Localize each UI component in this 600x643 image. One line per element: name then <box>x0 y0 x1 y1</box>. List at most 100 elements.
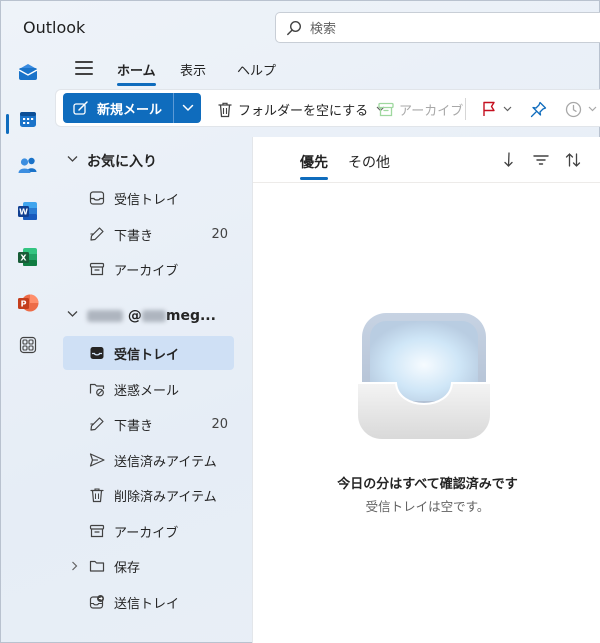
empty-folder-button[interactable]: フォルダーを空にする <box>217 90 385 128</box>
chevron-down-icon <box>503 106 512 112</box>
pivot-other[interactable]: その他 <box>348 152 390 172</box>
empty-folder-label: フォルダーを空にする <box>238 103 369 119</box>
rail-mail[interactable] <box>14 59 42 87</box>
favorites-header[interactable]: お気に入り <box>55 146 251 176</box>
pin-button[interactable] <box>530 90 547 128</box>
hamburger-menu-icon[interactable] <box>75 61 93 77</box>
excel-app-icon: X <box>18 248 37 266</box>
trash-icon <box>218 102 232 117</box>
rail-people[interactable] <box>14 151 42 179</box>
unread-count: 20 <box>211 416 228 432</box>
archive-button[interactable]: アーカイブ <box>378 90 463 128</box>
folder-name: 下書き <box>114 228 154 244</box>
inbox-icon <box>90 347 104 359</box>
folder-name: 受信トレイ <box>114 192 180 208</box>
svg-text:X: X <box>20 254 27 263</box>
junk-folder-icon <box>89 383 105 397</box>
sort-icon[interactable] <box>564 151 582 169</box>
search-placeholder: 検索 <box>310 22 337 37</box>
archive-label: アーカイブ <box>399 103 464 119</box>
apps-grid-icon <box>19 336 37 354</box>
ribbon-toolbar: 新規メール フォルダーを空にする アーカイブ <box>55 89 600 127</box>
favorite-drafts[interactable]: 下書き 20 <box>63 217 234 251</box>
outlook-window: Outlook 検索 W X P ホーム 表示 ヘルプ 新規メール フォルダーを… <box>0 0 600 643</box>
folder-pane: お気に入り 受信トレイ 下書き 20 アーカイブ @ meg... 受信トレイ … <box>55 137 251 643</box>
app-title: Outlook <box>23 18 86 37</box>
rail-word[interactable]: W <box>14 197 42 225</box>
folder-inbox[interactable]: 受信トレイ <box>63 336 234 370</box>
svg-text:W: W <box>19 208 28 217</box>
empty-state-title: 今日の分はすべて確認済みです <box>337 477 518 492</box>
calendar-app-icon <box>20 112 36 127</box>
pin-icon <box>530 101 547 117</box>
new-mail-label: 新規メール <box>97 102 163 118</box>
filter-icon[interactable] <box>532 151 550 169</box>
compose-icon <box>73 101 88 115</box>
new-mail-dropdown[interactable] <box>174 93 201 123</box>
tab-help[interactable]: ヘルプ <box>237 60 276 79</box>
trash-icon <box>90 488 104 503</box>
folder-name: 削除済みアイテム <box>114 489 217 505</box>
rail-more-apps[interactable] <box>14 331 42 359</box>
title-bar: Outlook 検索 <box>1 1 600 53</box>
account-email: @ meg... <box>87 308 216 324</box>
svg-text:P: P <box>21 300 27 309</box>
chevron-down-icon <box>67 156 78 162</box>
folder-save[interactable]: 保存 <box>63 549 234 583</box>
folder-drafts[interactable]: 下書き 20 <box>63 407 234 441</box>
drafts-pencil-icon <box>90 227 104 241</box>
folder-deleted[interactable]: 削除済みアイテム <box>63 478 234 512</box>
archive-icon <box>378 102 394 116</box>
chevron-down-icon <box>67 311 78 317</box>
chevron-right-icon[interactable] <box>71 561 78 571</box>
tab-home[interactable]: ホーム <box>117 60 156 86</box>
unread-count: 20 <box>211 226 228 242</box>
menu-bar: ホーム 表示 ヘルプ <box>55 53 600 87</box>
mail-app-icon <box>18 64 38 80</box>
folder-sent[interactable]: 送信済みアイテム <box>63 443 234 477</box>
folder-name: 保存 <box>114 560 141 576</box>
archive-icon <box>89 262 105 276</box>
search-box[interactable]: 検索 <box>275 12 600 43</box>
empty-inbox-illustration <box>358 313 490 439</box>
app-rail: W X P <box>1 53 55 643</box>
outbox-icon <box>89 595 104 609</box>
folder-archive[interactable]: アーカイブ <box>63 514 234 548</box>
powerpoint-app-icon: P <box>18 294 39 312</box>
message-list-header: 優先 その他 <box>253 137 600 183</box>
empty-state-subtitle: 受信トレイは空です。 <box>365 499 490 514</box>
new-mail-button[interactable]: 新規メール <box>63 93 201 123</box>
folder-junk[interactable]: 迷惑メール <box>63 372 234 406</box>
rail-calendar[interactable] <box>14 105 42 133</box>
pivot-focused[interactable]: 優先 <box>300 152 328 180</box>
message-list-pane: 優先 その他 今日の分はすべて確認済みです 受信トレイは空です。 <box>252 137 600 643</box>
account-header[interactable]: @ meg... <box>55 301 251 331</box>
chevron-down-icon <box>588 106 597 112</box>
folder-outbox[interactable]: 送信トレイ <box>63 585 234 619</box>
folder-name: 送信トレイ <box>114 596 180 612</box>
jump-to-icon[interactable] <box>500 151 518 169</box>
favorite-archive[interactable]: アーカイブ <box>63 252 234 286</box>
tab-view[interactable]: 表示 <box>180 60 206 79</box>
folder-icon <box>89 560 105 572</box>
folder-name: 迷惑メール <box>114 383 180 399</box>
favorite-inbox[interactable]: 受信トレイ <box>63 181 234 215</box>
new-mail-main[interactable]: 新規メール <box>63 93 173 123</box>
folder-name: 受信トレイ <box>114 347 180 363</box>
people-app-icon <box>18 157 37 173</box>
clock-icon <box>565 101 582 117</box>
rail-powerpoint[interactable]: P <box>14 289 42 317</box>
folder-name: 送信済みアイテム <box>114 454 217 470</box>
folder-name: アーカイブ <box>114 525 179 541</box>
inbox-icon <box>89 191 105 205</box>
favorites-label: お気に入り <box>87 154 157 170</box>
snooze-button[interactable] <box>565 90 597 128</box>
drafts-pencil-icon <box>90 417 104 431</box>
rail-excel[interactable]: X <box>14 243 42 271</box>
word-app-icon: W <box>18 202 37 220</box>
redacted-text <box>141 310 166 322</box>
archive-icon <box>89 524 105 538</box>
folder-name: アーカイブ <box>114 263 179 279</box>
flag-button[interactable] <box>482 90 512 128</box>
redacted-text <box>87 310 123 322</box>
